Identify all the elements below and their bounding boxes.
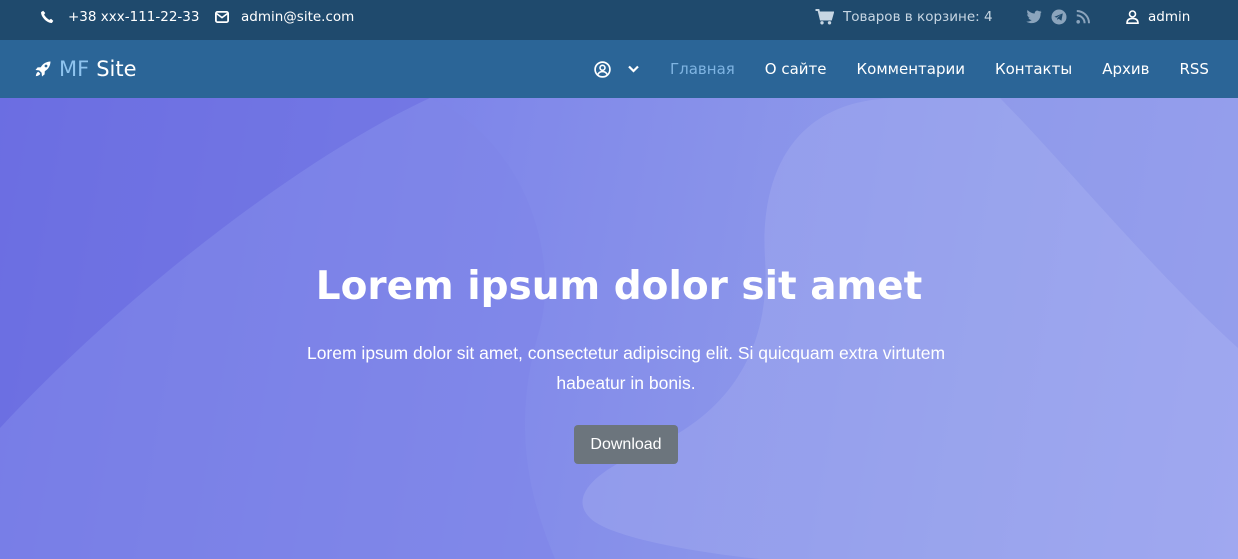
download-button[interactable]: Download: [574, 425, 678, 464]
user-account-link[interactable]: admin: [1126, 0, 1190, 34]
nav-link-about[interactable]: О сайте: [765, 60, 827, 78]
telegram-icon[interactable]: [1051, 9, 1067, 25]
chevron-down-icon: [628, 65, 639, 73]
nav-links: Главная О сайте Комментарии Контакты Арх…: [670, 40, 1209, 98]
envelope-icon: [215, 11, 229, 23]
email-contact[interactable]: admin@site.com: [215, 0, 354, 34]
brand-logo-link[interactable]: MF Site: [35, 40, 137, 98]
cart-summary[interactable]: Товаров в корзине: 4: [815, 0, 993, 34]
phone-contact[interactable]: +38 xxx-111-22-33: [40, 0, 200, 34]
main-navbar: MF Site Главная О сайте Комментарии Конт…: [0, 40, 1238, 98]
rocket-icon: [35, 61, 51, 77]
email-address: admin@site.com: [241, 9, 355, 25]
social-links: [1026, 0, 1090, 34]
rss-icon[interactable]: [1076, 10, 1090, 24]
hero-background-waves: [0, 98, 1238, 559]
nav-link-contacts[interactable]: Контакты: [995, 60, 1072, 78]
nav-link-comments[interactable]: Комментарии: [857, 60, 965, 78]
hero-title: Lorem ipsum dolor sit amet: [315, 264, 923, 309]
hero-subtitle: Lorem ipsum dolor sit amet, consectetur …: [306, 343, 946, 393]
twitter-icon[interactable]: [1026, 10, 1042, 24]
cart-icon: [815, 9, 834, 25]
nav-link-home[interactable]: Главная: [670, 60, 735, 78]
brand-name-site: Site: [96, 57, 137, 81]
cart-count-text: Товаров в корзине: 4: [843, 9, 993, 25]
brand-name-mf: MF: [59, 57, 90, 81]
nav-link-rss[interactable]: RSS: [1179, 60, 1208, 78]
top-bar: +38 xxx-111-22-33 admin@site.com Товаров…: [0, 0, 1238, 40]
hero-section: Lorem ipsum dolor sit amet Lorem ipsum d…: [0, 98, 1238, 559]
nav-link-archive[interactable]: Архив: [1102, 60, 1149, 78]
phone-number: +38 xxx-111-22-33: [68, 9, 200, 25]
phone-icon: [41, 10, 54, 23]
account-dropdown[interactable]: [594, 40, 639, 98]
user-icon: [1126, 10, 1139, 24]
user-circle-icon: [594, 60, 611, 78]
username: admin: [1148, 9, 1191, 25]
